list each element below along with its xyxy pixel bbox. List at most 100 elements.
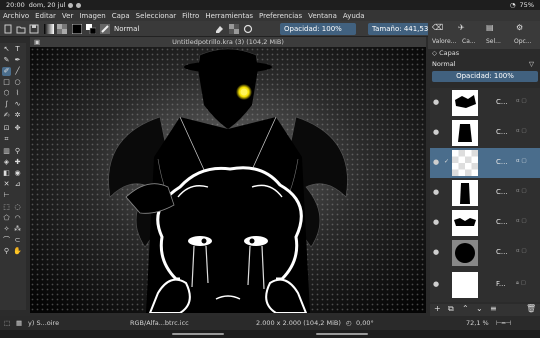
visibility-eye-icon[interactable]: ● [433, 280, 439, 288]
close-document-icon[interactable]: ▣ [34, 37, 40, 47]
menu-ventana[interactable]: Ventana [308, 12, 337, 20]
bezier-tool-icon[interactable]: ∫ [2, 100, 11, 109]
layer-row[interactable]: ● C... α ▢ [430, 208, 540, 238]
filter-icon[interactable]: ▽ [529, 60, 534, 68]
freehand-brush-tool-icon[interactable]: ✐ [2, 67, 11, 76]
share-icon[interactable]: ✈ [458, 23, 465, 32]
measure-tool-icon[interactable]: ⊿ [13, 180, 22, 189]
menu-editar[interactable]: Editar [35, 12, 56, 20]
color-picker-tool-icon[interactable]: ⚲ [13, 147, 22, 156]
ellipse-tool-icon[interactable]: ○ [13, 78, 22, 87]
pattern-icon[interactable] [57, 24, 67, 34]
eraser-icon[interactable] [214, 24, 224, 34]
save-icon[interactable] [29, 24, 39, 34]
layer-properties-icon[interactable]: ≡ [490, 304, 497, 313]
polyline-tool-icon[interactable]: ⌇ [13, 89, 22, 98]
gradient-tool-icon[interactable]: ▥ [2, 147, 11, 156]
visibility-eye-icon[interactable]: ● [433, 158, 439, 166]
alpha-lock-icon[interactable]: α ▢ [516, 128, 527, 134]
freehand-select-tool-icon[interactable]: ◠ [13, 214, 22, 223]
selection-icon[interactable]: ⬚ [4, 319, 10, 327]
menu-archivo[interactable]: Archivo [3, 12, 29, 20]
polygon-select-tool-icon[interactable]: ⬠ [2, 214, 11, 223]
layer-row[interactable]: ● C... α ▢ [430, 118, 540, 148]
visibility-eye-icon[interactable]: ● [433, 128, 439, 136]
menu-herramientas[interactable]: Herramientas [205, 12, 253, 20]
menu-ayuda[interactable]: Ayuda [343, 12, 365, 20]
fill-tool-icon[interactable]: ◧ [2, 169, 11, 178]
tab-valores[interactable]: Valore... [432, 38, 456, 45]
zoom-tool-icon[interactable]: ⚲ [2, 247, 11, 256]
tab-capas[interactable]: Ca... [462, 38, 476, 45]
blend-mode-select[interactable]: Normal [114, 25, 139, 33]
enclose-fill-tool-icon[interactable]: ◉ [13, 169, 22, 178]
transform-tool-icon[interactable]: ⊡ [2, 124, 11, 133]
calligraphy-tool-icon[interactable]: ✎ [2, 56, 11, 65]
text-tool-icon[interactable]: T [13, 45, 22, 54]
brush-preset-thumb-icon[interactable]: ▦ [16, 319, 22, 327]
tab-opciones[interactable]: Opc... [514, 38, 532, 45]
layer-row[interactable]: ● C... α ▢ [430, 178, 540, 208]
layer-opacity-slider[interactable]: Opacidad: 100% [432, 71, 538, 82]
select-tool-icon[interactable]: ↖ [2, 45, 11, 54]
lock-icon[interactable]: 🔒︎ ▢ [516, 280, 526, 287]
rectangle-tool-icon[interactable]: □ [2, 78, 11, 87]
smart-patch-tool-icon[interactable]: ✚ [13, 158, 22, 167]
menu-seleccionar[interactable]: Seleccionar [136, 12, 177, 20]
open-folder-icon[interactable] [16, 24, 26, 34]
settings-icon[interactable]: ⚙ [516, 23, 523, 32]
menu-preferencias[interactable]: Preferencias [259, 12, 302, 20]
path-edit-tool-icon[interactable]: ✒ [13, 56, 22, 65]
contiguous-select-tool-icon[interactable]: ✧ [2, 225, 11, 234]
menu-filtro[interactable]: Filtro [182, 12, 199, 20]
gradient-icon[interactable] [44, 24, 54, 34]
foreground-color-icon[interactable] [72, 24, 82, 34]
drawing-canvas[interactable] [30, 47, 426, 313]
nav-back-handle[interactable] [172, 333, 224, 335]
polygon-tool-icon[interactable]: ⬡ [2, 89, 11, 98]
ellipse-select-tool-icon[interactable]: ◌ [13, 203, 22, 212]
similar-select-tool-icon[interactable]: ⁂ [13, 225, 22, 234]
brush-presets-icon[interactable]: ⌫ [432, 23, 443, 32]
magnetic-select-tool-icon[interactable]: ⊂ [13, 236, 22, 245]
zoom-slider-icon[interactable]: ⊢━⊣ [496, 319, 511, 327]
add-layer-icon[interactable]: + [434, 304, 441, 313]
layer-blend-mode-select[interactable]: Normal ▽ [432, 60, 538, 69]
delete-layer-icon[interactable]: 🗑︎ [526, 304, 536, 313]
freehand-path-tool-icon[interactable]: ∿ [13, 100, 22, 109]
nav-home-handle[interactable] [316, 333, 368, 335]
crop-tool-icon[interactable]: ⌗ [2, 135, 11, 144]
menu-ver[interactable]: Ver [62, 12, 73, 20]
alpha-lock-icon[interactable]: α ▢ [516, 188, 527, 194]
menu-capa[interactable]: Capa [112, 12, 130, 20]
preserve-alpha-icon[interactable] [229, 24, 239, 34]
layer-row-selected[interactable]: ● ✓ C... α ▢ [430, 148, 540, 178]
rect-select-tool-icon[interactable]: ⬚ [2, 203, 11, 212]
multibrush-tool-icon[interactable]: ✲ [13, 111, 22, 120]
move-up-icon[interactable]: ⌃ [462, 304, 469, 313]
reference-tool-icon[interactable]: ⊢ [2, 191, 11, 200]
visibility-eye-icon[interactable]: ● [433, 218, 439, 226]
duplicate-layer-icon[interactable]: ⧉ [448, 304, 454, 314]
menu-imagen[interactable]: Imagen [79, 12, 105, 20]
visibility-eye-icon[interactable]: ● [433, 248, 439, 256]
pan-tool-icon[interactable]: ✋ [13, 247, 22, 256]
move-down-icon[interactable]: ⌄ [476, 304, 483, 313]
document-tab[interactable]: ▣ Untitledpotrillo.kra (3) (104,2 MiB) [30, 37, 426, 47]
new-document-icon[interactable] [3, 24, 13, 34]
line-tool-icon[interactable]: ╱ [13, 67, 22, 76]
alpha-lock-icon[interactable]: α ▢ [516, 218, 527, 224]
colorize-mask-tool-icon[interactable]: ◈ [2, 158, 11, 167]
alpha-lock-icon[interactable]: α ▢ [516, 98, 527, 104]
alpha-lock-icon[interactable]: α ▢ [516, 158, 527, 164]
bezier-select-tool-icon[interactable]: ⌒ [2, 236, 11, 245]
visibility-eye-icon[interactable]: ● [433, 188, 439, 196]
move-tool-icon[interactable]: ✥ [13, 124, 22, 133]
alpha-lock-icon[interactable]: α ▢ [516, 248, 527, 254]
brush-preset-icon[interactable] [100, 24, 110, 34]
swap-colors-icon[interactable] [86, 24, 96, 34]
reload-preset-icon[interactable] [243, 24, 253, 34]
zoom-level[interactable]: 72,1 % [466, 319, 489, 327]
dynamic-brush-tool-icon[interactable]: ✍ [2, 111, 11, 120]
assistant-tool-icon[interactable]: ✕ [2, 180, 11, 189]
